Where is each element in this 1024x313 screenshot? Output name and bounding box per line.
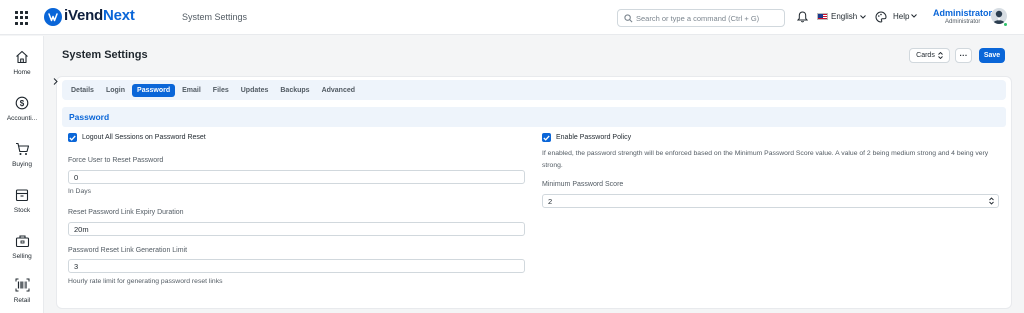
checkbox-checked-icon <box>542 133 551 142</box>
brand-logo-text[interactable]: iVendNext <box>64 7 135 24</box>
policy-hint-line-1: If enabled, the password strength will b… <box>542 150 989 157</box>
tab-files[interactable]: Files <box>208 84 234 97</box>
sidebar-item-accounting[interactable]: $ Accounti... <box>0 96 44 122</box>
barcode-icon <box>15 278 29 292</box>
generation-limit-input[interactable]: 3 <box>68 259 525 273</box>
sidebar: Home $ Accounti... Buying Stock Selling … <box>0 36 44 313</box>
more-actions-button[interactable]: ··· <box>955 48 972 63</box>
policy-hint-line-2: strong. <box>542 162 563 169</box>
search-placeholder: Search or type a command (Ctrl + G) <box>636 13 760 23</box>
password-section-header[interactable]: Password <box>62 107 1006 127</box>
tab-updates[interactable]: Updates <box>236 84 274 97</box>
page-title: System Settings <box>62 49 148 61</box>
checkbox-checked-icon <box>68 133 77 142</box>
cards-dropdown-button[interactable]: Cards <box>909 48 950 63</box>
sidebar-item-label: Stock <box>13 207 31 214</box>
palette-icon[interactable] <box>875 11 887 23</box>
force-reset-input[interactable]: 0 <box>68 170 525 184</box>
generation-limit-label: Password Reset Link Generation Limit <box>68 247 188 254</box>
sidebar-item-label: Accounti... <box>6 115 38 122</box>
min-score-label: Minimum Password Score <box>542 181 624 188</box>
us-flag-icon <box>817 13 828 20</box>
sidebar-item-selling[interactable]: Selling <box>0 234 44 260</box>
user-name[interactable]: Administrator <box>933 8 992 18</box>
force-reset-hint: In Days <box>68 188 92 195</box>
sort-arrows-icon <box>938 52 943 59</box>
tab-backups[interactable]: Backups <box>275 84 314 97</box>
cart-icon <box>15 142 29 155</box>
sidebar-item-label: Selling <box>12 253 32 260</box>
help-menu[interactable]: Help <box>893 12 918 21</box>
generation-limit-hint: Hourly rate limit for generating passwor… <box>68 278 223 285</box>
sidebar-item-home[interactable]: Home <box>0 50 44 76</box>
search-input[interactable]: Search or type a command (Ctrl + G) <box>617 9 785 27</box>
user-role: Administrator <box>945 19 981 25</box>
logout-all-sessions-checkbox[interactable]: Logout All Sessions on Password Reset <box>68 133 206 142</box>
sidebar-item-label: Buying <box>12 161 32 168</box>
notification-bell-icon[interactable] <box>797 11 808 23</box>
online-status-dot <box>1003 22 1008 27</box>
sort-arrows-icon <box>989 197 994 205</box>
language-selector[interactable]: English <box>817 12 867 21</box>
top-navbar: iVendNext System Settings Search or type… <box>0 0 1024 35</box>
sidebar-item-retail[interactable]: Retail <box>0 278 44 304</box>
tab-email[interactable]: Email <box>177 84 206 97</box>
save-button[interactable]: Save <box>979 48 1005 63</box>
tab-login[interactable]: Login <box>101 84 130 97</box>
tab-advanced[interactable]: Advanced <box>317 84 360 97</box>
briefcase-icon <box>15 235 29 248</box>
apps-grid-icon[interactable] <box>15 11 29 25</box>
link-expiry-label: Reset Password Link Expiry Duration <box>68 209 184 216</box>
cards-label: Cards <box>916 52 935 59</box>
sidebar-item-buying[interactable]: Buying <box>0 142 44 168</box>
header-page-title: System Settings <box>182 12 248 22</box>
checkbox-label: Logout All Sessions on Password Reset <box>82 134 206 141</box>
sidebar-item-label: Home <box>13 69 31 76</box>
link-expiry-input[interactable]: 20m <box>68 222 525 236</box>
chevron-down-icon <box>911 14 918 18</box>
search-icon <box>624 14 633 23</box>
tab-password[interactable]: Password <box>132 83 176 97</box>
section-title: Password <box>69 112 110 122</box>
box-icon <box>15 189 29 202</box>
help-label: Help <box>893 12 910 21</box>
home-icon <box>16 50 28 64</box>
min-score-select[interactable]: 2 <box>542 194 999 208</box>
chevron-down-icon <box>860 14 867 19</box>
enable-password-policy-checkbox[interactable]: Enable Password Policy <box>542 133 631 142</box>
tab-details[interactable]: Details <box>66 84 99 97</box>
min-score-value: 2 <box>548 196 553 206</box>
chevron-right-icon[interactable] <box>53 78 58 87</box>
settings-tabs: Details Login Password Email Files Updat… <box>62 80 1006 100</box>
svg-text:$: $ <box>20 99 25 108</box>
sidebar-item-label: Retail <box>13 297 31 304</box>
logo-icon[interactable] <box>44 8 62 26</box>
language-label: English <box>831 12 858 21</box>
sidebar-item-stock[interactable]: Stock <box>0 188 44 214</box>
checkbox-label: Enable Password Policy <box>556 134 632 141</box>
dollar-icon: $ <box>15 96 29 110</box>
force-reset-label: Force User to Reset Password <box>68 157 164 164</box>
